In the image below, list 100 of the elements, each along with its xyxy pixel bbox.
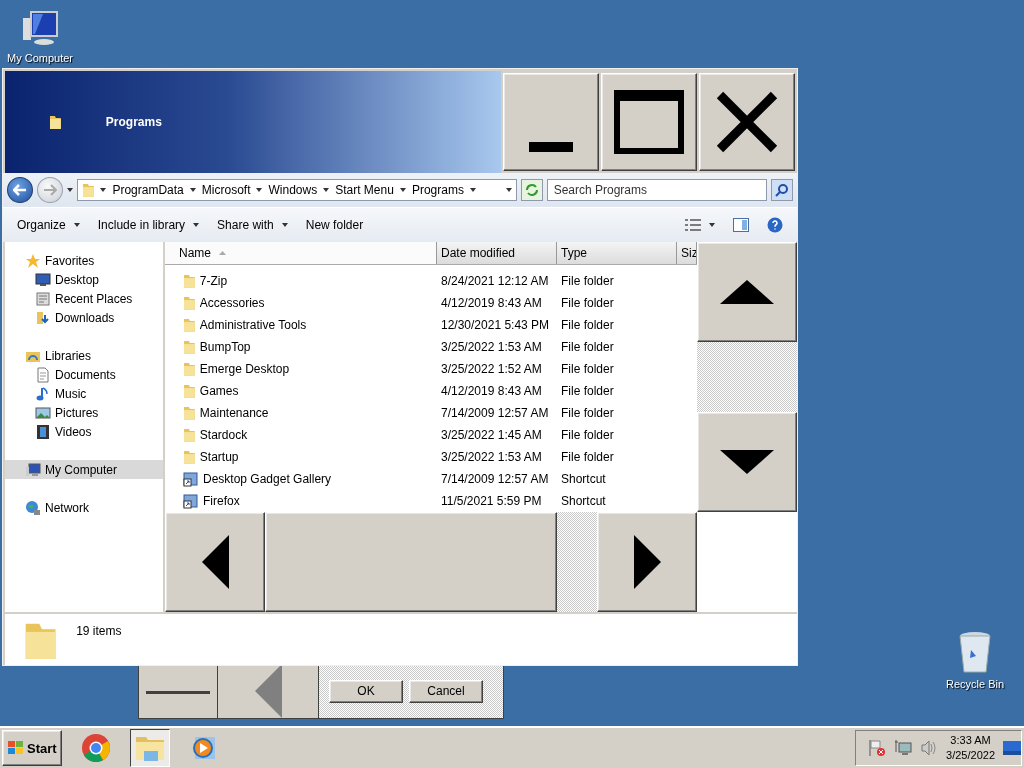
column-header[interactable]: Date modified xyxy=(437,242,557,264)
document-icon xyxy=(35,366,51,383)
type-cell-text: File folder xyxy=(560,384,615,398)
date-cell-text: 7/14/2009 12:57 AM xyxy=(440,406,550,420)
caret-icon xyxy=(709,223,715,227)
caret-icon xyxy=(193,223,200,227)
taskbar-app[interactable] xyxy=(129,729,170,767)
network-icon[interactable] xyxy=(894,739,913,757)
folder-icon xyxy=(183,317,196,333)
shortcut-icon xyxy=(183,493,199,509)
folder-icon xyxy=(81,182,95,198)
file-name[interactable]: Administrative Tools xyxy=(199,318,307,332)
scroll-thumb[interactable] xyxy=(265,512,557,612)
caret-icon[interactable] xyxy=(100,188,107,192)
address-bar[interactable]: ProgramData Microsoft Windows Start Menu Programs xyxy=(76,179,517,201)
command-button[interactable]: Include in library xyxy=(91,214,206,236)
breadcrumb-item[interactable]: Microsoft xyxy=(201,183,251,197)
command-button[interactable]: Organize xyxy=(11,214,86,236)
file-name[interactable]: BumpTop xyxy=(199,340,251,354)
date-cell-text: 3/25/2022 1:52 AM xyxy=(440,362,543,376)
date-cell-text: 3/25/2022 1:53 AM xyxy=(440,450,543,464)
column-header[interactable]: Name xyxy=(165,242,437,264)
file-name[interactable]: Accessories xyxy=(199,296,265,310)
file-name[interactable]: Emerge Desktop xyxy=(199,362,290,376)
date-cell-text: 4/12/2019 8:43 AM xyxy=(440,296,543,310)
file-name[interactable]: Stardock xyxy=(199,428,248,442)
start-button[interactable]: Start xyxy=(2,730,62,766)
nav-item[interactable]: Network xyxy=(5,498,163,517)
minimize-icon xyxy=(529,142,573,152)
column-header[interactable]: Type xyxy=(557,242,677,264)
caret-icon xyxy=(281,223,288,227)
nav-item[interactable]: Libraries xyxy=(5,346,163,365)
breadcrumb-item[interactable]: Programs xyxy=(411,183,464,197)
maximize-button[interactable] xyxy=(601,73,697,171)
item-count: 19 items xyxy=(76,623,122,638)
nav-item[interactable]: Recent Places xyxy=(5,289,163,308)
folder-icon xyxy=(183,405,196,421)
breadcrumb-item[interactable]: Start Menu xyxy=(335,183,394,197)
history-caret-icon[interactable] xyxy=(66,188,73,192)
nav-item[interactable]: Favorites xyxy=(5,251,163,270)
date-cell-text: 4/12/2019 8:43 AM xyxy=(440,384,543,398)
type-cell-text: File folder xyxy=(560,362,615,376)
dialog-button[interactable]: Cancel xyxy=(409,679,483,703)
close-icon xyxy=(716,91,778,153)
folder-icon xyxy=(49,114,62,130)
type-cell-text: File folder xyxy=(560,450,615,464)
file-name[interactable]: Startup xyxy=(199,450,239,464)
desktop-icon-label[interactable]: Recycle Bin xyxy=(945,678,1005,690)
clock-time[interactable]: 3:33 AM xyxy=(950,733,991,748)
back-button[interactable] xyxy=(7,177,33,203)
file-name[interactable]: Firefox xyxy=(203,494,240,508)
nav-item[interactable]: Pictures xyxy=(5,403,163,422)
file-name[interactable]: 7-Zip xyxy=(199,274,228,288)
dialog-button[interactable]: OK xyxy=(329,679,403,703)
scroll-down-button[interactable] xyxy=(697,412,797,512)
desktop-icon-label[interactable]: My Computer xyxy=(7,52,73,64)
breadcrumb-item[interactable]: Windows xyxy=(268,183,318,197)
flag-icon[interactable] xyxy=(868,739,887,757)
minimize-button[interactable] xyxy=(503,73,599,171)
list-view-icon xyxy=(685,219,701,231)
caret-icon[interactable] xyxy=(469,188,476,192)
caret-icon[interactable] xyxy=(189,188,196,192)
file-name[interactable]: Maintenance xyxy=(199,406,269,420)
dropdown-caret-icon[interactable] xyxy=(505,188,512,192)
refresh-icon xyxy=(524,183,539,197)
file-name[interactable]: Games xyxy=(199,384,239,398)
date-cell-text: 8/24/2021 12:12 AM xyxy=(440,274,550,288)
search-button[interactable] xyxy=(771,179,793,201)
date-cell-text: 12/30/2021 5:43 PM xyxy=(440,318,551,332)
scroll-right-button[interactable] xyxy=(597,512,697,612)
search-field[interactable]: Search Programs xyxy=(546,179,767,201)
folder-icon xyxy=(183,273,196,289)
nav-item[interactable]: Desktop xyxy=(5,270,163,289)
caret-icon[interactable] xyxy=(256,188,263,192)
nav-item[interactable]: Downloads xyxy=(5,308,163,327)
nav-item[interactable]: Documents xyxy=(5,365,163,384)
monitor-icon xyxy=(35,271,51,288)
recent-places-icon xyxy=(35,290,51,307)
speaker-icon[interactable] xyxy=(920,739,939,757)
search-icon xyxy=(775,183,789,197)
caret-icon[interactable] xyxy=(323,188,330,192)
command-button[interactable]: Share with xyxy=(211,214,294,236)
file-name[interactable]: Desktop Gadget Gallery xyxy=(203,472,332,486)
nav-item[interactable]: My Computer xyxy=(5,460,163,479)
breadcrumb-item[interactable]: ProgramData xyxy=(112,183,184,197)
sort-arrow-icon xyxy=(219,251,226,255)
nav-item[interactable]: Videos xyxy=(5,422,163,441)
command-button[interactable]: New folder xyxy=(299,214,370,236)
close-button[interactable] xyxy=(699,73,795,171)
media-player-icon xyxy=(190,735,217,761)
scroll-left-button[interactable] xyxy=(165,512,265,612)
caret-icon[interactable] xyxy=(399,188,406,192)
pane-icon xyxy=(733,218,749,232)
scroll-up-button[interactable] xyxy=(697,242,797,342)
folder-icon xyxy=(183,361,196,377)
clock-date[interactable]: 3/25/2022 xyxy=(946,748,995,763)
type-cell-text: Shortcut xyxy=(560,472,607,486)
nav-item[interactable]: Music xyxy=(5,384,163,403)
refresh-button[interactable] xyxy=(520,179,543,201)
film-icon xyxy=(35,423,51,440)
